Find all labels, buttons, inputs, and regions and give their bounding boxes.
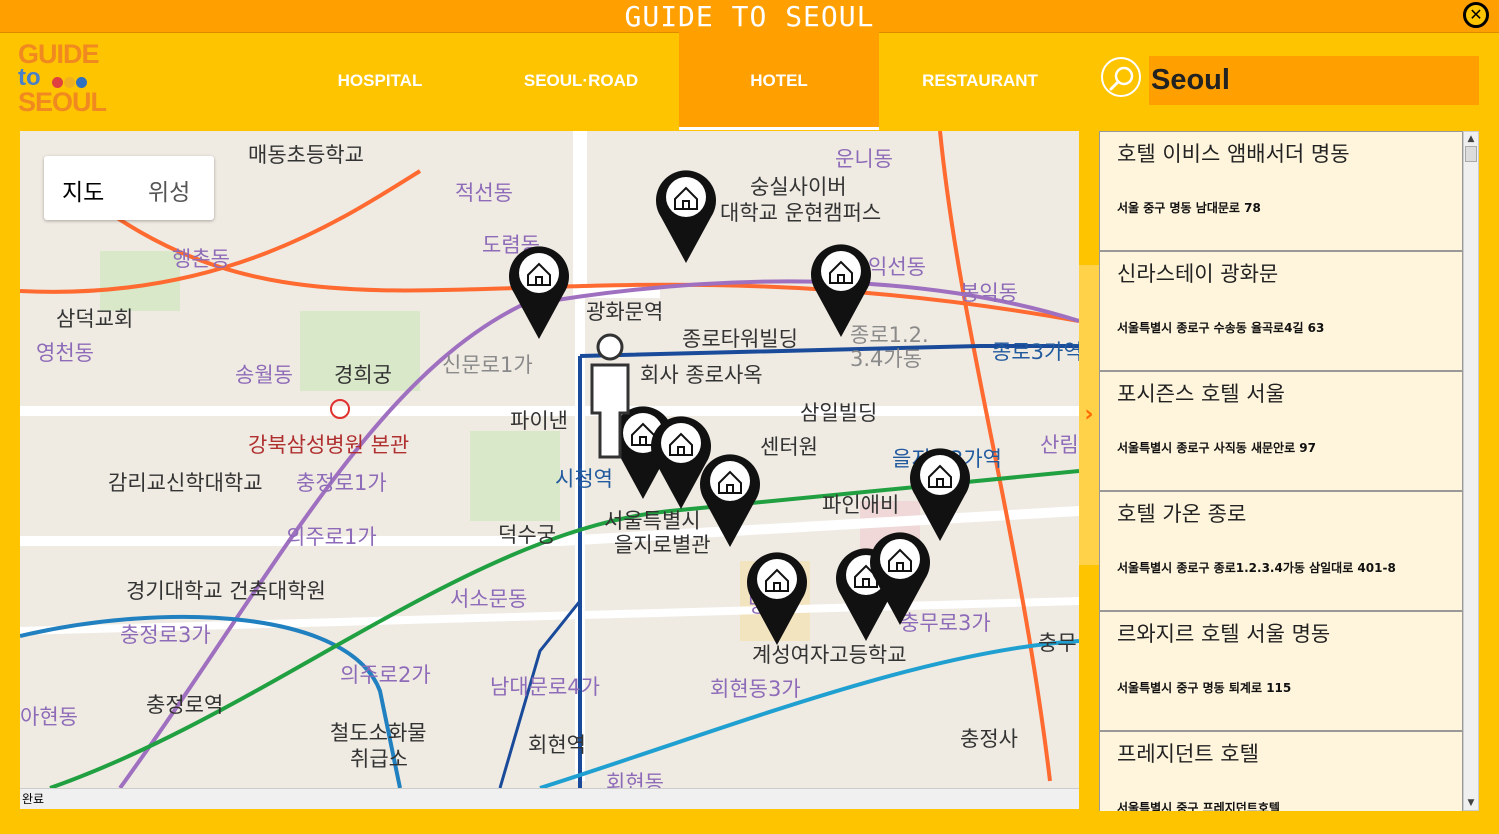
- hotel-list-item[interactable]: 신라스테이 광화문 서울특별시 종로구 수송동 율곡로4길 63: [1099, 251, 1463, 371]
- hotel-name: 르와지르 호텔 서울 명동: [1117, 622, 1331, 646]
- map-label: 신문로1가: [442, 353, 533, 377]
- map-label: 종로타워빌딩: [682, 327, 798, 351]
- map-label: 취급소: [350, 747, 408, 771]
- search-icon[interactable]: [1101, 57, 1141, 97]
- hotel-name: 프레지던트 호텔: [1117, 742, 1259, 766]
- title-bar: GUIDE TO SEOUL ✕: [0, 0, 1499, 33]
- hotel-address: 서울특별시 중구 프레지던트호텔: [1117, 801, 1280, 811]
- map-label: 봉익동: [960, 281, 1018, 305]
- tab-hotel[interactable]: HOTEL: [679, 32, 879, 130]
- hotel-name: 호텔 이비스 앰배서더 명동: [1117, 142, 1350, 166]
- map-label: 강북삼성병원 본관: [248, 433, 410, 457]
- map-status-bar: 완료: [20, 788, 1079, 809]
- map-label: 광화문역: [586, 300, 664, 324]
- map-label: 시청역: [555, 467, 613, 491]
- hotel-name: 포시즌스 호텔 서울: [1117, 382, 1285, 406]
- hotel-address: 서울 중구 명동 남대문로 78: [1117, 201, 1261, 215]
- logo-dots-icon: [52, 72, 88, 96]
- hotel-pin-icon[interactable]: [506, 241, 572, 341]
- hotel-list-item[interactable]: 르와지르 호텔 서울 명동 서울특별시 중구 명동 퇴계로 115: [1099, 611, 1463, 731]
- hotel-name: 호텔 가온 종로: [1117, 502, 1247, 526]
- logo-line1: GUIDE: [18, 39, 100, 69]
- map-label: 감리교신학대학교: [108, 471, 263, 495]
- hotel-list-item[interactable]: 프레지던트 호텔 서울특별시 중구 프레지던트호텔: [1099, 731, 1463, 811]
- map-type-toggle: 지도 위성: [44, 156, 214, 220]
- map-label: 행촌동: [172, 247, 230, 271]
- hotel-address: 서울특별시 종로구 수송동 율곡로4길 63: [1117, 321, 1325, 335]
- map-label: 서소문동: [450, 587, 528, 611]
- tab-restaurant[interactable]: RESTAURANT: [880, 32, 1080, 130]
- hotel-list-item[interactable]: 호텔 이비스 앰배서더 명동 서울 중구 명동 남대문로 78: [1099, 131, 1463, 251]
- hotel-list-item[interactable]: 호텔 가온 종로 서울특별시 종로구 종로1.2.3.4가동 삼일대로 401-…: [1099, 491, 1463, 611]
- hotel-pin-icon[interactable]: [653, 165, 719, 265]
- tab-hospital[interactable]: HOSPITAL: [280, 32, 480, 130]
- map-label: 파인애비: [822, 493, 900, 517]
- hotel-list: 호텔 이비스 앰배서더 명동 서울 중구 명동 남대문로 78 신라스테이 광화…: [1099, 131, 1463, 811]
- scroll-thumb[interactable]: [1465, 146, 1477, 162]
- map-label: 운니동: [835, 147, 893, 171]
- map-label: 회현동: [606, 771, 664, 788]
- map-label: 매동초등학교: [248, 143, 364, 167]
- map-label: 송월동: [235, 363, 293, 387]
- map-label: 충정로1가: [296, 471, 387, 495]
- map-label: 경희궁: [334, 363, 392, 387]
- scroll-down-icon[interactable]: ▼: [1464, 796, 1478, 810]
- map-label: 회현동3가: [710, 677, 801, 701]
- map-label: 3.4가동: [850, 347, 923, 371]
- map-label: 남대문로4가: [490, 675, 600, 699]
- map-label: 충무: [1038, 631, 1077, 655]
- map-label: 충정사: [960, 727, 1018, 751]
- scroll-up-icon[interactable]: ▲: [1464, 132, 1478, 146]
- map-label: 익선동: [868, 255, 926, 279]
- hotel-name: 신라스테이 광화문: [1117, 262, 1279, 286]
- hotel-address: 서울특별시 종로구 사직동 새문안로 97: [1117, 441, 1317, 455]
- map-label: 회현역: [528, 733, 586, 757]
- map-label: 파이낸: [510, 409, 568, 433]
- tab-seoul-road[interactable]: SEOUL·ROAD: [481, 32, 681, 130]
- hotel-list-item[interactable]: 포시즌스 호텔 서울 서울특별시 종로구 사직동 새문안로 97: [1099, 371, 1463, 491]
- map-label: 삼일빌딩: [800, 401, 878, 425]
- map-label: 종로3가역: [992, 340, 1079, 364]
- map-label: 충정로역: [146, 693, 224, 717]
- map-label: 산림: [1040, 433, 1079, 457]
- map-label: 아현동: [20, 705, 78, 729]
- hotel-address: 서울특별시 중구 명동 퇴계로 115: [1117, 681, 1292, 695]
- hotel-pin-icon[interactable]: [697, 449, 763, 549]
- map-label: 의주로1가: [286, 525, 377, 549]
- app-logo: GUIDE to SEOUL: [18, 39, 108, 122]
- map-label: 적선동: [455, 181, 513, 205]
- map-label: 센터원: [760, 435, 818, 459]
- map-label: 영천동: [36, 341, 94, 365]
- hotel-pin-icon[interactable]: [867, 527, 933, 627]
- map-label: 충정로3가: [120, 623, 211, 647]
- map-label: 덕수궁: [498, 523, 556, 547]
- map-label: 회사 종로사옥: [640, 363, 763, 387]
- street-view-person-icon[interactable]: [580, 331, 640, 461]
- map-label: 삼덕교회: [56, 307, 134, 331]
- hotel-address: 서울특별시 종로구 종로1.2.3.4가동 삼일대로 401-8: [1117, 561, 1396, 575]
- panel-toggle-chevron-icon[interactable]: ›: [1079, 265, 1099, 565]
- hotel-pin-icon[interactable]: [744, 547, 810, 647]
- map-label: 의주로2가: [340, 663, 431, 687]
- close-icon[interactable]: ✕: [1463, 2, 1489, 28]
- map-label: 경기대학교 건축대학원: [126, 579, 326, 603]
- hotel-list-scrollbar[interactable]: ▲ ▼: [1463, 131, 1479, 811]
- hotel-pin-icon[interactable]: [808, 239, 874, 339]
- map-view[interactable]: 매동초등학교 숭실사이버 대학교 운현캠퍼스 운니동 적선동 도렴동 행촌동 익…: [20, 131, 1079, 788]
- map-type-satellite[interactable]: 위성: [148, 173, 190, 207]
- map-type-map[interactable]: 지도: [62, 173, 104, 207]
- search-input[interactable]: [1149, 56, 1479, 105]
- map-label: 대학교 운현캠퍼스: [720, 201, 882, 225]
- window-title: GUIDE TO SEOUL: [624, 0, 875, 33]
